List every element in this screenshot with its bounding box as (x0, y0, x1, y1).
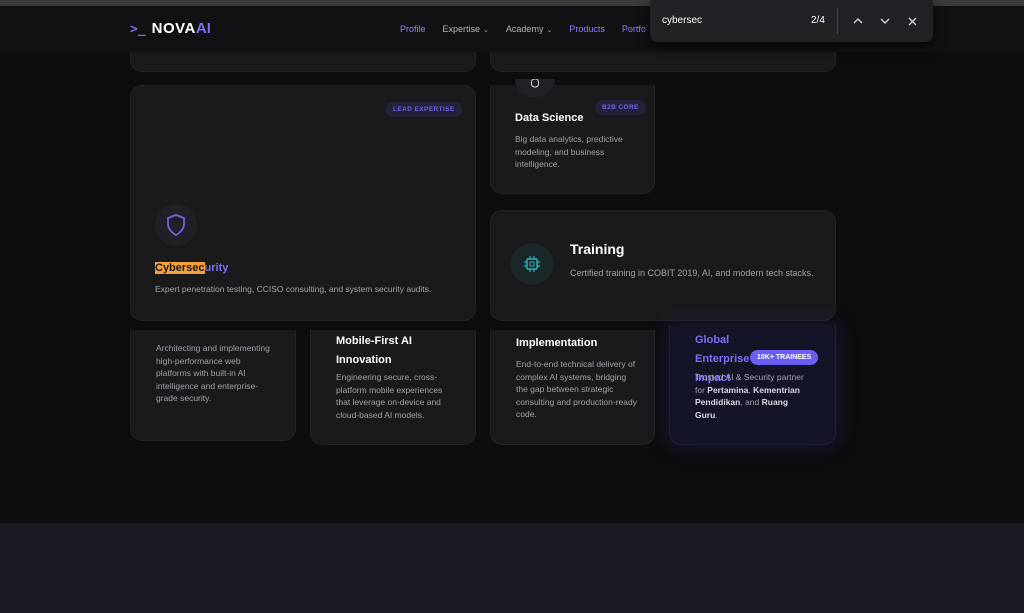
chevron-down-icon: ⌄ (546, 27, 553, 34)
close-icon[interactable] (903, 12, 921, 30)
find-highlight: Cybersec (155, 262, 205, 274)
chip-icon (511, 243, 553, 285)
data-science-card[interactable]: B2B CORE Data Science Big data analytics… (490, 79, 655, 194)
enterprise-impact-card[interactable]: Global Enterprise Impact 10K+ TRAINEES T… (669, 325, 836, 445)
cybersecurity-desc: Expert penetration testing, CCISO consul… (155, 284, 432, 294)
find-bar: cybersec 2/4 (650, 0, 933, 42)
page-background: LEAD EXPERTISE Cybersecurity Expert pene… (0, 0, 1024, 523)
training-title: Training (570, 241, 625, 257)
mobile-ai-card[interactable]: Mobile-First AI Innovation Engineering s… (310, 330, 476, 445)
lead-expertise-badge: LEAD EXPERTISE (386, 102, 462, 117)
find-input[interactable]: cybersec (662, 15, 702, 26)
training-desc: Certified training in COBIT 2019, AI, an… (570, 268, 814, 278)
logo[interactable]: >_ NOVAAI (130, 20, 211, 38)
title-rest: urity (204, 262, 229, 274)
logo-text-ai: AI (195, 20, 211, 37)
logo-text-nova: NOVA (151, 20, 196, 37)
chevron-up-icon[interactable] (849, 12, 867, 30)
nav-item-expertise[interactable]: Expertise ⌄ (443, 24, 489, 34)
database-icon (515, 79, 555, 97)
client-pertamina: Pertamina (707, 384, 749, 395)
cybersecurity-card[interactable]: LEAD EXPERTISE Cybersecurity Expert pene… (130, 85, 476, 321)
implementation-desc: End-to-end technical delivery of complex… (516, 359, 637, 419)
nav-item-profile[interactable]: Profile (400, 24, 426, 34)
data-science-title: Data Science (515, 112, 584, 124)
nav-academy-label: Academy (505, 24, 544, 34)
terminal-icon: >_ (130, 21, 146, 37)
implementation-card[interactable]: Implementation End-to-end technical deli… (490, 330, 655, 445)
end-dot: . (715, 409, 718, 420)
training-card[interactable]: Training Certified training in COBIT 201… (490, 210, 836, 321)
chevron-down-icon[interactable] (876, 12, 894, 30)
web-platforms-desc: Architecting and implementing high-perfo… (156, 343, 270, 403)
cybersecurity-title: Cybersecurity (155, 262, 228, 274)
find-divider (837, 8, 838, 34)
footer-area (0, 523, 1024, 613)
mobile-ai-desc: Engineering secure, cross-platform mobil… (336, 372, 443, 420)
nav-item-products[interactable]: Products (569, 24, 605, 34)
enterprise-impact-desc: Trusted AI & Security partner for Pertam… (695, 371, 813, 421)
shield-icon (155, 204, 197, 246)
nav-item-portfolio[interactable]: Portfo (622, 24, 646, 34)
implementation-title: Implementation (516, 337, 598, 349)
nav-menu: Profile Expertise ⌄ Academy ⌄ Products Por… (400, 24, 646, 34)
sep2: , and (740, 397, 762, 407)
b2b-core-badge: B2B CORE (595, 100, 646, 115)
find-match-count: 2/4 (811, 15, 825, 26)
web-platforms-card[interactable]: Architecting and implementing high-perfo… (130, 330, 296, 441)
chevron-down-icon: ⌄ (483, 27, 489, 34)
nav-item-academy[interactable]: Academy ⌄ (506, 24, 552, 34)
data-science-desc: Big data analytics, predictive modeling,… (515, 134, 623, 169)
nav-expertise-label: Expertise (442, 24, 481, 34)
trainees-badge: 10K+ TRAINEES (750, 350, 819, 365)
mobile-ai-title: Mobile-First AI Innovation (336, 335, 412, 366)
